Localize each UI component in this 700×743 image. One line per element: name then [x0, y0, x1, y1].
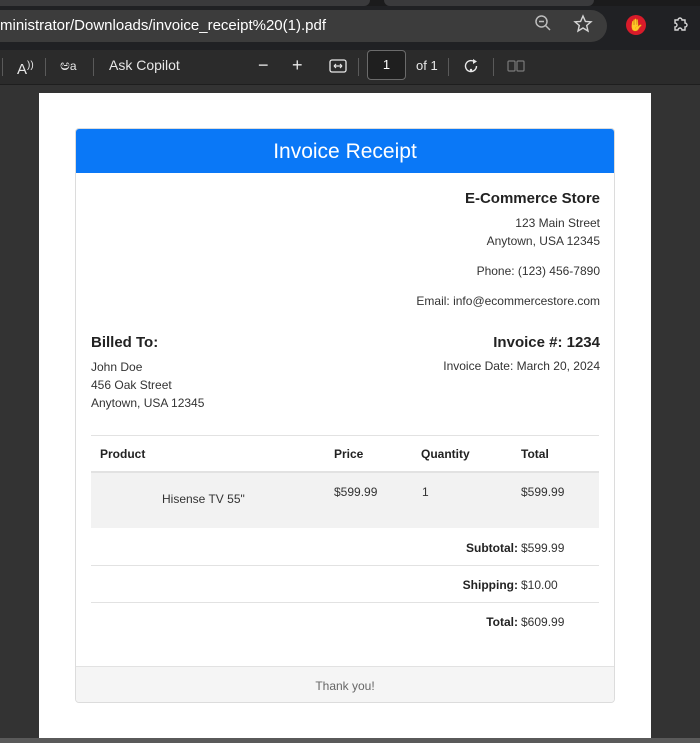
row-product: Hisense TV 55": [162, 492, 245, 506]
invoice-number: Invoice #: 1234: [493, 334, 600, 351]
row-total: $599.99: [521, 485, 565, 499]
zoom-out-icon[interactable]: [532, 14, 554, 36]
store-email: Email: info@ecommercestore.com: [416, 294, 600, 308]
total-label: Total:: [486, 615, 518, 629]
toolbar-divider: [2, 58, 3, 76]
store-phone: Phone: (123) 456-7890: [476, 264, 600, 278]
toolbar-divider: [93, 58, 94, 76]
rotate-icon: [464, 59, 478, 73]
billed-name: John Doe: [91, 360, 143, 374]
row-price: $599.99: [334, 485, 378, 499]
invoice-date: Invoice Date: March 20, 2024: [443, 359, 600, 373]
subtotal-value: $599.99: [521, 541, 565, 555]
summary-rule: [91, 602, 599, 603]
toolbar-divider: [493, 58, 494, 76]
tab-strip: [0, 0, 700, 6]
address-url[interactable]: ministrator/Downloads/invoice_receipt%20…: [0, 17, 326, 34]
fit-page-button[interactable]: [329, 50, 347, 85]
billed-to-title: Billed To:: [91, 334, 159, 351]
translate-icon: ಅ: [60, 57, 70, 74]
invoice-header: Invoice Receipt: [76, 129, 614, 173]
toolbar-divider: [45, 58, 46, 76]
two-page-view-button[interactable]: [507, 50, 525, 85]
store-city: Anytown, USA 12345: [486, 234, 600, 248]
ask-copilot-button[interactable]: Ask Copilot: [109, 50, 180, 85]
pdf-page: Invoice Receipt E-Commerce Store 123 Mai…: [39, 93, 651, 743]
rotate-button[interactable]: [462, 50, 480, 85]
table-top-rule: [91, 435, 599, 436]
summary-rule: [91, 565, 599, 566]
horizontal-scrollbar[interactable]: [0, 738, 700, 743]
billed-city: Anytown, USA 12345: [91, 396, 205, 410]
store-street: 123 Main Street: [515, 216, 600, 230]
invoice-footer: Thank you!: [76, 666, 614, 702]
read-aloud-button[interactable]: A)): [17, 50, 34, 85]
zoom-out-button[interactable]: −: [258, 50, 269, 85]
translate-button[interactable]: ಅa: [60, 50, 77, 85]
star-icon[interactable]: [572, 14, 594, 36]
total-value: $609.99: [521, 615, 565, 629]
fit-page-icon: [329, 59, 347, 73]
pdf-toolbar: A)) ಅa Ask Copilot − + 1 of 1: [0, 50, 700, 85]
two-page-icon: [507, 60, 525, 72]
browser-address-strip: ministrator/Downloads/invoice_receipt%20…: [0, 0, 700, 50]
row-quantity: 1: [422, 485, 429, 499]
subtotal-label: Subtotal:: [466, 541, 518, 555]
column-header-total: Total: [521, 447, 549, 461]
toolbar-divider: [448, 58, 449, 76]
shipping-label: Shipping:: [462, 578, 518, 592]
column-header-quantity: Quantity: [421, 447, 470, 461]
read-aloud-icon: A: [17, 61, 28, 78]
page-total-label: of 1: [416, 58, 438, 73]
column-header-price: Price: [334, 447, 364, 461]
puzzle-icon[interactable]: [670, 14, 692, 36]
page-number-input[interactable]: 1: [367, 50, 406, 80]
store-name: E-Commerce Store: [464, 190, 600, 207]
billed-street: 456 Oak Street: [91, 378, 172, 392]
toolbar-divider: [358, 58, 359, 76]
zoom-in-button[interactable]: +: [292, 50, 303, 85]
extension-red-icon[interactable]: ✋: [626, 15, 646, 35]
column-header-product: Product: [100, 447, 146, 461]
tab-active[interactable]: [0, 0, 370, 6]
tab-inactive[interactable]: [384, 0, 594, 6]
shipping-value: $10.00: [521, 578, 558, 592]
invoice-card: Invoice Receipt E-Commerce Store 123 Mai…: [75, 128, 615, 703]
